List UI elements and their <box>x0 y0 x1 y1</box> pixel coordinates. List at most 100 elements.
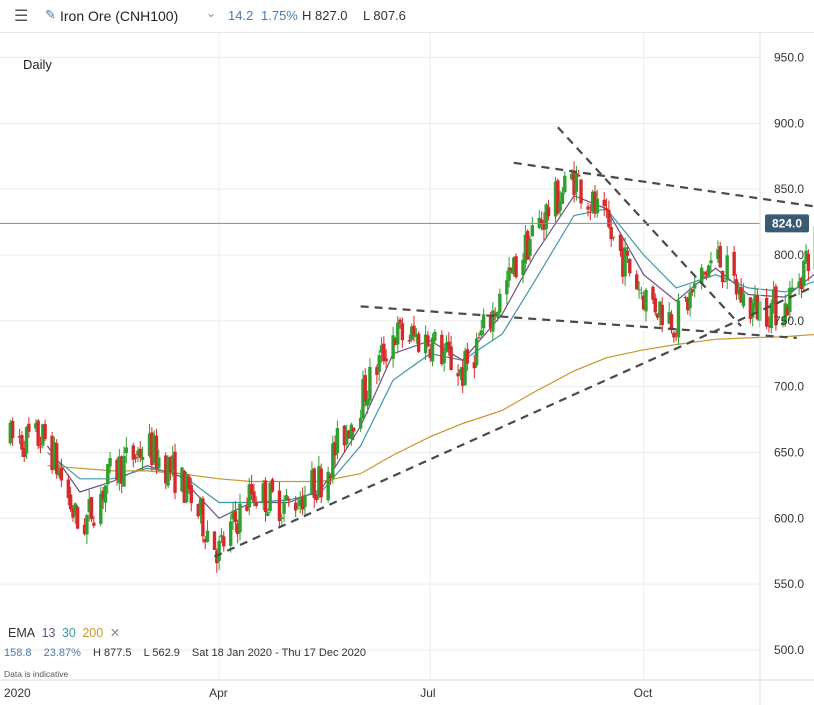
candle-body <box>528 238 532 256</box>
candle-body <box>625 250 630 256</box>
candle-body <box>479 330 483 336</box>
candle-body <box>481 314 486 329</box>
hamburger-menu-icon[interactable]: ☰ <box>14 6 28 26</box>
candle-body <box>720 270 725 283</box>
candle-body <box>312 468 316 499</box>
candle-body <box>426 335 430 347</box>
candle-body <box>732 251 736 276</box>
candle-body <box>20 435 24 450</box>
candle-body <box>398 319 402 323</box>
candle-body <box>530 225 535 237</box>
candle-body <box>43 423 47 439</box>
candle-body <box>59 467 64 481</box>
candle-body <box>586 206 590 210</box>
x-axis: 2020 Apr Jul Oct <box>4 686 653 700</box>
instrument-title[interactable]: Iron Ore (CNH100) <box>60 8 178 24</box>
candle-body <box>449 346 453 371</box>
candle-body <box>55 443 59 475</box>
y-tick-label: 850.0 <box>774 182 804 196</box>
candle-body <box>238 503 242 533</box>
candle-body <box>89 497 94 520</box>
candle-body <box>266 512 270 517</box>
candle-body <box>495 312 500 318</box>
x-tick-label: 2020 <box>4 686 31 700</box>
candle-body <box>140 456 145 461</box>
price-chart[interactable]: 950.0 900.0 850.0 800.0 750.0 700.0 650.0 600.0… <box>0 32 814 705</box>
candle-body <box>92 522 96 526</box>
candle-body <box>252 491 256 502</box>
candle-body <box>595 198 599 214</box>
candle-body <box>660 304 664 326</box>
candle-body <box>690 289 695 293</box>
candle-body <box>741 293 746 307</box>
trendline <box>214 285 814 558</box>
price-change-percent: 1.75% <box>261 8 298 23</box>
ema-period-200[interactable]: 200 <box>82 626 103 640</box>
range-percent: 23.87% <box>43 647 81 659</box>
y-axis: 950.0 900.0 850.0 800.0 750.0 700.0 650.0 600.0… <box>774 50 804 657</box>
candle-body <box>10 420 15 439</box>
candle-body <box>27 423 31 432</box>
trendline <box>557 126 742 327</box>
candle-body <box>602 199 606 207</box>
x-tick-label: Oct <box>634 686 653 700</box>
candle-body <box>514 256 518 278</box>
candle-body <box>391 335 395 359</box>
x-tick-label: Jul <box>420 686 435 700</box>
candle-body <box>229 521 233 546</box>
pencil-icon[interactable]: ✎ <box>45 7 56 23</box>
candle-body <box>303 494 307 507</box>
candle-body <box>122 456 126 487</box>
candle-body <box>672 332 676 338</box>
candle-body <box>563 175 567 192</box>
candle-body <box>477 337 481 339</box>
candle-body <box>474 338 479 366</box>
candle-body <box>270 479 275 492</box>
candle-body <box>282 501 286 514</box>
candle-body <box>68 494 73 510</box>
candle-body <box>442 351 446 364</box>
candle-body <box>189 485 193 504</box>
candle-body <box>628 258 632 274</box>
candle-body <box>263 480 268 513</box>
candle-body <box>430 337 435 362</box>
candle-body <box>407 339 412 342</box>
y-tick-label: 500.0 <box>774 643 804 657</box>
data-indicative-note: Data is indicative <box>4 669 69 679</box>
candle-body <box>635 274 639 290</box>
candle-body <box>433 331 437 341</box>
ema-period-13[interactable]: 13 <box>42 626 56 640</box>
close-x-icon[interactable]: ✕ <box>110 626 120 640</box>
candle-body <box>108 457 112 467</box>
candle-body <box>651 286 655 300</box>
candle-body <box>124 447 129 454</box>
candle-body <box>335 428 340 454</box>
candle-body <box>349 424 354 440</box>
candle-body <box>201 498 205 537</box>
y-tick-label: 950.0 <box>774 50 804 64</box>
candle-body <box>723 280 727 282</box>
top-bar: ☰ ✎ Iron Ore (CNH100) ⌄ 14.2 1.75% H 827… <box>0 0 814 33</box>
candle-body <box>106 464 110 485</box>
candle-body <box>293 502 298 511</box>
last-price-tag: 824.0 <box>765 214 809 233</box>
candle-body <box>577 174 581 177</box>
ema-legend: EMA 13 30 200 ✕ <box>8 625 123 640</box>
candle-body <box>368 366 372 401</box>
ema-period-30[interactable]: 30 <box>62 626 76 640</box>
candle-body <box>377 355 381 372</box>
x-tick-label: Apr <box>209 686 228 700</box>
candle-body <box>319 468 323 498</box>
candle-body <box>611 236 616 238</box>
candle-body <box>788 287 792 313</box>
candle-body <box>579 179 583 204</box>
last-price-label: 824.0 <box>772 216 802 230</box>
candle-body <box>637 289 641 291</box>
candle-body <box>764 297 769 327</box>
candle-body <box>296 507 300 509</box>
chevron-down-icon[interactable]: ⌄ <box>206 6 216 20</box>
candle-body <box>498 293 502 313</box>
candle-body <box>693 283 697 289</box>
candle-body <box>287 498 291 501</box>
candle-body <box>706 265 711 278</box>
